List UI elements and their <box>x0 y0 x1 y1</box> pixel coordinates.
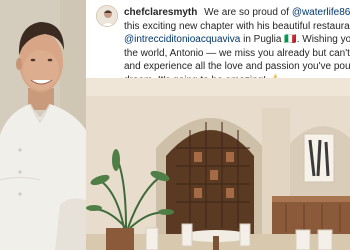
mention-link[interactable]: @intrecciditonioacquaviva <box>124 34 240 45</box>
caption-text: We are so proud of <box>204 7 292 18</box>
caption-line-4: the world, Antonio — we miss you already… <box>124 47 350 59</box>
post-username[interactable]: chefclaresmyth <box>124 7 197 18</box>
caption-line-3: @intrecciditonioacquaviva in Puglia 🇮🇹. … <box>124 33 350 47</box>
mention-link[interactable]: @waterlife86 <box>292 7 350 18</box>
post-caption: chefclaresmyth We are so proud of @water… <box>124 6 350 87</box>
caption-text: in Puglia 🇮🇹. Wishing you <box>240 34 350 45</box>
social-post: chefclaresmyth We are so proud of @water… <box>86 0 350 250</box>
avatar[interactable] <box>96 5 118 27</box>
chef-portrait-avatar-icon <box>97 6 117 26</box>
post-header: chefclaresmyth We are so proud of @water… <box>86 0 350 86</box>
caption-line-1: chefclaresmyth We are so proud of @water… <box>124 6 350 20</box>
caption-line-5: and experience all the love and passion … <box>124 61 350 72</box>
chef-portrait-photo <box>0 0 86 250</box>
restaurant-interior-photo <box>86 78 350 250</box>
caption-line-2: this exciting new chapter with his beaut… <box>124 20 350 32</box>
